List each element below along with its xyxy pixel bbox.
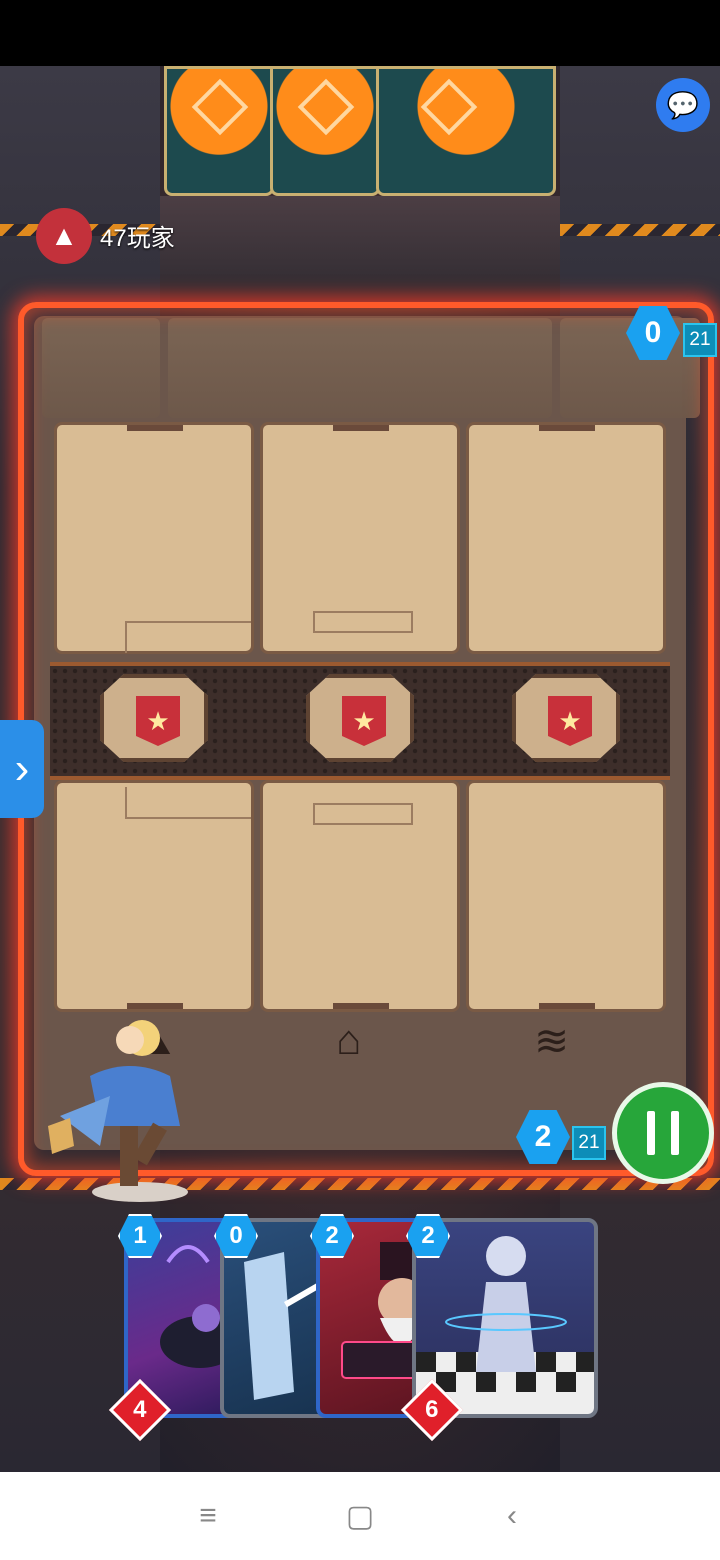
- system-nav-bar: ≡ ▢ ‹: [0, 1472, 720, 1560]
- house-icon: ⌂: [336, 1016, 362, 1063]
- player-emblem-icon: ▲: [36, 208, 92, 264]
- hazard-stripe-right: [560, 224, 720, 236]
- opponent-deck-count: 21: [683, 323, 717, 357]
- game-board: 💬 ▲ 47玩家 ★ ★ ★ ⛰ ⌂ ≋ 0 21 2 21 ›: [0, 66, 720, 1472]
- opponent-card-back: [164, 66, 274, 196]
- menu-icon[interactable]: ≡: [188, 1499, 228, 1533]
- opponent-card-back: [270, 66, 380, 196]
- back-chevron-icon[interactable]: ‹: [492, 1499, 532, 1533]
- chevron-right-icon[interactable]: ›: [0, 720, 44, 818]
- pause-bars-icon: [647, 1111, 655, 1155]
- player-deck-count: 21: [572, 1126, 606, 1160]
- chess-pawn-art: [416, 1236, 594, 1414]
- home-square-icon[interactable]: ▢: [340, 1499, 380, 1534]
- end-turn-button[interactable]: [612, 1082, 714, 1184]
- player-avatar-character: [48, 1020, 188, 1202]
- waves-icon: ≋: [534, 1017, 570, 1064]
- top-corridor: [160, 196, 560, 306]
- opponent-card-back: [376, 66, 556, 196]
- chat-icon[interactable]: 💬: [656, 78, 710, 132]
- player-count-label: 47玩家: [100, 225, 175, 252]
- status-bar: [0, 0, 720, 66]
